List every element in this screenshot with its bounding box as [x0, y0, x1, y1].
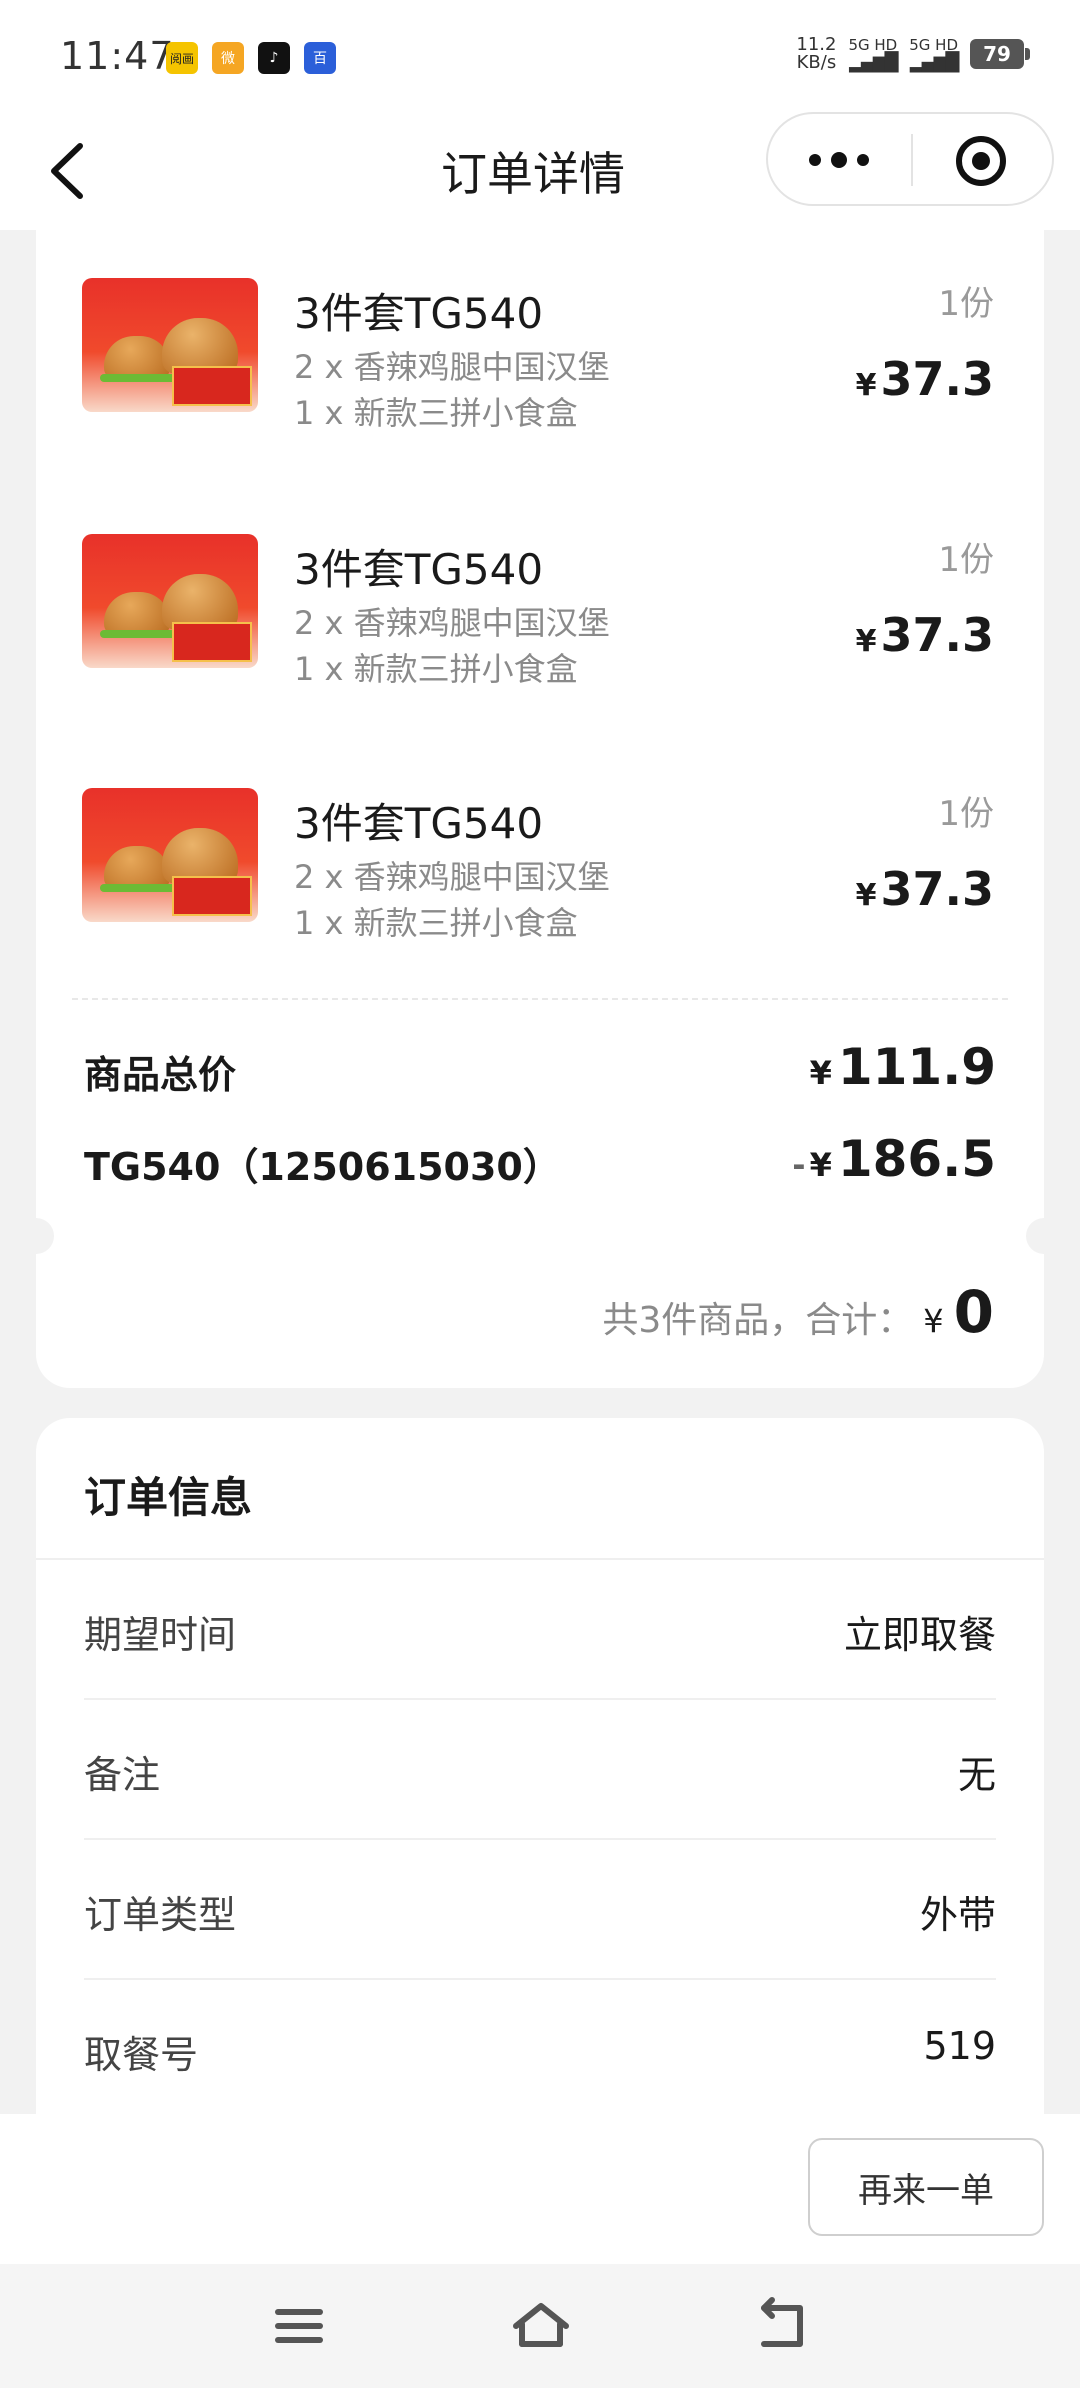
more-dot-icon — [831, 152, 847, 168]
target-icon — [956, 136, 1006, 186]
card-notch — [1026, 1218, 1062, 1254]
more-button[interactable] — [794, 134, 884, 186]
status-bar: 11:47 阅画 微 ♪ 百 11.2 KB/s 5G HD ▂▄▆█ 5G H… — [0, 0, 1080, 112]
product-name: 3件套TG540 — [294, 799, 544, 848]
product-item-detail: 2 x 香辣鸡腿中国汉堡 — [294, 858, 610, 896]
home-icon — [513, 2303, 569, 2347]
home-button[interactable] — [506, 2294, 576, 2358]
more-dot-icon — [857, 154, 869, 166]
menu-icon — [275, 2309, 323, 2343]
bottom-action-bar: 再来一单 — [0, 2114, 1080, 2264]
info-row-remark: 备注 无 — [84, 1700, 996, 1840]
discount-label: TG540（1250615030） — [84, 1145, 561, 1189]
product-item-detail: 1 x 新款三拼小食盒 — [294, 394, 578, 432]
product-item-detail: 2 x 香辣鸡腿中国汉堡 — [294, 348, 610, 386]
order-items-card: 3件套TG540 2 x 香辣鸡腿中国汉堡 1 x 新款三拼小食盒 1份 ¥37… — [18, 230, 1062, 1388]
product-item-detail: 2 x 香辣鸡腿中国汉堡 — [294, 604, 610, 642]
battery-icon: 79 — [970, 39, 1030, 69]
product-item-detail: 1 x 新款三拼小食盒 — [294, 650, 578, 688]
miniprogram-capsule — [766, 112, 1054, 206]
goods-total-value: ¥111.9 — [809, 1038, 996, 1096]
product-price: ¥37.3 — [855, 352, 994, 406]
picture-app-icon: 阅画 — [166, 42, 198, 74]
signal-1-icon: 5G HD ▂▄▆█ — [848, 36, 898, 73]
info-row-order-type: 订单类型 外带 — [84, 1840, 996, 1980]
close-miniprogram-button[interactable] — [954, 134, 1008, 188]
order-info-card: 订单信息 期望时间 立即取餐 备注 无 订单类型 外带 取餐号 519 — [36, 1418, 1044, 2118]
product-name: 3件套TG540 — [294, 545, 544, 594]
navigation-bar: 订单详情 — [0, 112, 1080, 230]
product-item-detail: 1 x 新款三拼小食盒 — [294, 904, 578, 942]
status-indicators: 11.2 KB/s 5G HD ▂▄▆█ 5G HD ▂▄▆█ 79 — [796, 34, 1030, 73]
goods-total-label: 商品总价 — [84, 1053, 237, 1097]
product-item[interactable]: 3件套TG540 2 x 香辣鸡腿中国汉堡 1 x 新款三拼小食盒 1份 ¥37… — [36, 740, 1044, 942]
reorder-button[interactable]: 再来一单 — [808, 2138, 1044, 2236]
order-total-value: 0 — [953, 1278, 994, 1346]
capsule-divider — [911, 134, 913, 186]
network-speed: 11.2 KB/s — [796, 34, 837, 73]
product-name: 3件套TG540 — [294, 289, 544, 338]
more-dot-icon — [809, 154, 821, 166]
product-image — [82, 534, 258, 668]
product-quantity: 1份 — [938, 540, 994, 580]
back-system-button[interactable] — [746, 2294, 816, 2358]
order-total-row: 共3件商品，合计： ¥ 0 — [602, 1278, 994, 1346]
info-row-expected-time: 期望时间 立即取餐 — [84, 1560, 996, 1700]
signal-2-icon: 5G HD ▂▄▆█ — [909, 36, 959, 73]
discount-row: TG540（1250615030） - ¥186.5 — [84, 1130, 996, 1196]
order-total-label: 共3件商品，合计： — [602, 1300, 914, 1341]
card-notch — [18, 1218, 54, 1254]
order-total-currency: ¥ — [923, 1302, 944, 1340]
return-icon — [761, 2297, 803, 2347]
tiktok-icon: ♪ — [258, 42, 290, 74]
dashed-divider — [72, 998, 1008, 1000]
order-info-title: 订单信息 — [84, 1473, 253, 1522]
menu-button[interactable] — [264, 2294, 334, 2358]
goods-total-row: 商品总价 ¥111.9 — [84, 1038, 996, 1104]
status-time: 11:47 — [60, 34, 175, 78]
info-row-pickup-number: 取餐号 519 — [84, 2024, 996, 2077]
product-price: ¥37.3 — [855, 608, 994, 662]
product-image — [82, 278, 258, 412]
weibo-icon: 微 — [212, 42, 244, 74]
baidu-icon: 百 — [304, 42, 336, 74]
system-navigation-bar — [0, 2264, 1080, 2388]
notification-icons: 阅画 微 ♪ 百 — [166, 42, 336, 74]
product-image — [82, 788, 258, 922]
product-price: ¥37.3 — [855, 862, 994, 916]
discount-value: - ¥186.5 — [792, 1130, 996, 1188]
product-item[interactable]: 3件套TG540 2 x 香辣鸡腿中国汉堡 1 x 新款三拼小食盒 1份 ¥37… — [36, 230, 1044, 432]
product-quantity: 1份 — [938, 284, 994, 324]
product-item[interactable]: 3件套TG540 2 x 香辣鸡腿中国汉堡 1 x 新款三拼小食盒 1份 ¥37… — [36, 486, 1044, 688]
product-quantity: 1份 — [938, 794, 994, 834]
